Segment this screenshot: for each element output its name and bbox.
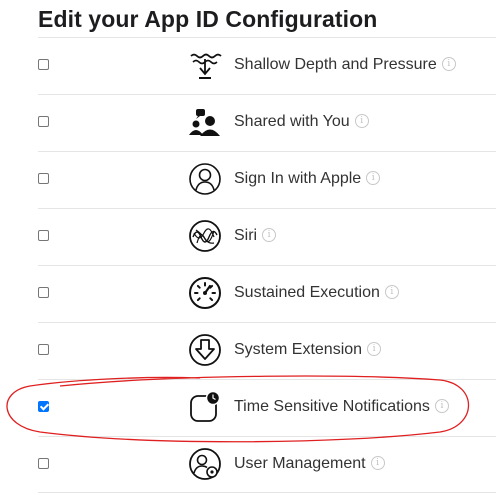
capability-label: Sign In with Apple i — [234, 170, 381, 188]
list-item: Sustained Execution i — [38, 265, 496, 322]
capability-label: Sustained Execution i — [234, 284, 399, 302]
info-icon[interactable]: i — [384, 284, 399, 299]
list-item: Shallow Depth and Pressure i — [38, 37, 496, 94]
capability-checkbox-sustained-execution[interactable] — [38, 287, 49, 298]
list-item: System Extension i — [38, 322, 496, 379]
list-item: Shared with You i — [38, 94, 496, 151]
page: Edit your App ID Configuration Shallow D… — [0, 0, 496, 498]
info-icon[interactable]: i — [434, 398, 449, 413]
info-icon[interactable]: i — [370, 455, 385, 470]
capability-checkbox-system-extension[interactable] — [38, 344, 49, 355]
time-sensitive-notifications-icon — [188, 390, 222, 424]
capability-label: User Management i — [234, 455, 385, 473]
capability-checkbox-siri[interactable] — [38, 230, 49, 241]
info-icon[interactable]: i — [366, 170, 381, 185]
info-icon[interactable]: i — [441, 56, 456, 71]
sign-in-with-apple-icon — [188, 162, 222, 196]
depth-pressure-icon — [188, 48, 222, 82]
capability-label: Shared with You i — [234, 113, 369, 131]
capability-label: Shallow Depth and Pressure i — [234, 56, 456, 74]
shared-with-you-icon — [188, 105, 222, 139]
list-item: Siri i — [38, 208, 496, 265]
capabilities-list: Shallow Depth and Pressure i Shared with … — [38, 37, 496, 493]
list-item: User Management i — [38, 436, 496, 493]
capability-checkbox-user-management[interactable] — [38, 458, 49, 469]
list-item: Time Sensitive Notifications i — [38, 379, 496, 436]
siri-icon — [188, 219, 222, 253]
page-title: Edit your App ID Configuration — [38, 6, 378, 32]
capability-label: System Extension i — [234, 341, 382, 359]
capability-checkbox-sign-in-with-apple[interactable] — [38, 173, 49, 184]
gauge-icon — [188, 276, 222, 310]
capability-label: Siri i — [234, 227, 277, 245]
capability-label: Time Sensitive Notifications i — [234, 398, 449, 416]
system-extension-icon — [188, 333, 222, 367]
capability-checkbox-time-sensitive-notifications[interactable] — [38, 401, 49, 412]
capability-checkbox-shared-with-you[interactable] — [38, 116, 49, 127]
info-icon[interactable]: i — [354, 113, 369, 128]
list-item: Sign In with Apple i — [38, 151, 496, 208]
capability-checkbox-shallow-depth[interactable] — [38, 59, 49, 70]
info-icon[interactable]: i — [262, 227, 277, 242]
user-management-icon — [188, 447, 222, 481]
info-icon[interactable]: i — [367, 341, 382, 356]
